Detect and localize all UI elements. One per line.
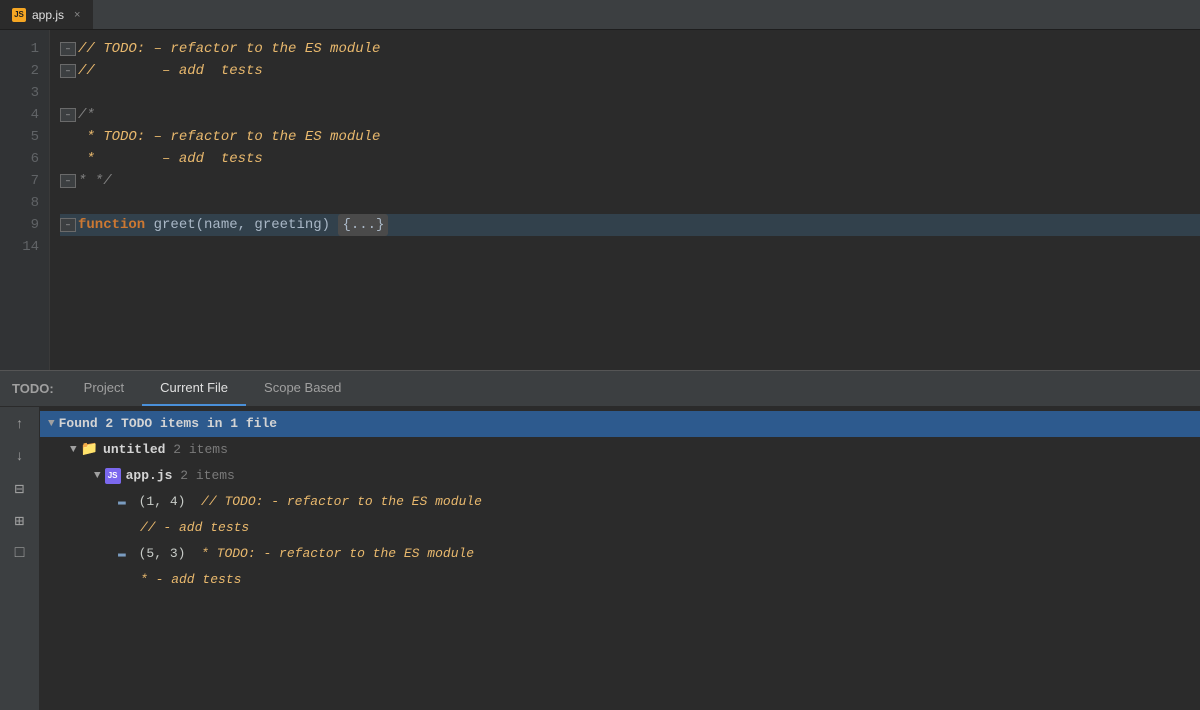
todo-tree-area: ↑ ↓ ⊟ ⊞ □ ▼ Found 2 TODO items in 1 file… [0,407,1200,710]
fold-icon-2[interactable]: – [60,64,76,78]
item-icon-2: ▬ [118,543,126,565]
item-icon-1: ▬ [118,491,126,513]
line-num-4: 4 [0,104,39,126]
code-line-2: – // – add tests [60,60,1200,82]
code-text-7: * */ [78,170,112,192]
tree-file-row[interactable]: ▼ JS app.js 2 items [40,463,1200,489]
line-num-5: 5 [0,126,39,148]
line-num-7: 7 [0,170,39,192]
line-num-9: 9 [0,214,39,236]
tree-arrow-summary: ▼ [48,413,55,435]
tree-item-1-loc-val: (1, 4) [139,491,186,513]
code-text-5: * TODO: – refactor to the ES module [78,126,380,148]
tree-item-2-loc-val: (5, 3) [139,543,186,565]
code-text-1: // TODO: – refactor to the ES module [78,38,380,60]
tab-filename: app.js [32,8,64,22]
tree-item-2-text-2: * - add tests [140,569,241,591]
folder-icon: 📁 [81,439,98,461]
js-tree-icon: JS [105,468,121,484]
tree-item-2-text: * TODO: - refactor to the ES module [185,543,474,565]
editor-area: 1 2 3 4 5 6 7 8 9 14 – // TODO: – refact… [0,30,1200,370]
code-keyword-9: function [78,214,145,236]
todo-toolbar: ↑ ↓ ⊟ ⊞ □ [0,407,40,710]
file-tab-appjs[interactable]: JS app.js × [0,0,93,29]
code-text-8 [78,192,86,214]
code-collapsed-9: {...} [338,214,388,236]
js-file-icon: JS [12,8,26,22]
code-line-9: – function greet(name, greeting) {...} [60,214,1200,236]
todo-tree-content: ▼ Found 2 TODO items in 1 file ▼ 📁 untit… [40,407,1200,710]
code-text-9: greet(name, greeting) [145,214,338,236]
code-line-1: – // TODO: – refactor to the ES module [60,38,1200,60]
tree-item-2-location [131,543,139,565]
line-num-1: 1 [0,38,39,60]
code-line-7: – * */ [60,170,1200,192]
line-num-8: 8 [0,192,39,214]
tab-current-file[interactable]: Current File [142,371,246,406]
code-line-4: – /* [60,104,1200,126]
tree-item-1-line2: // - add tests [40,515,1200,541]
code-line-8 [60,192,1200,214]
code-line-5: * TODO: – refactor to the ES module [60,126,1200,148]
fold-icon-1[interactable]: – [60,42,76,56]
tree-item-2[interactable]: ▬ (5, 3) * TODO: - refactor to the ES mo… [40,541,1200,567]
line-numbers: 1 2 3 4 5 6 7 8 9 14 [0,30,50,370]
tree-item-1-text: // TODO: - refactor to the ES module [185,491,481,513]
tree-arrow-folder: ▼ [70,439,77,461]
tree-summary-row[interactable]: ▼ Found 2 TODO items in 1 file [40,411,1200,437]
down-arrow-button[interactable]: ↓ [6,443,34,471]
filter-button[interactable]: ⊟ [6,475,34,503]
tab-bar: JS app.js × [0,0,1200,30]
tree-item-1-location [131,491,139,513]
tree-file-count: 2 items [172,465,234,487]
fold-icon-7[interactable]: – [60,174,76,188]
tree-item-1[interactable]: ▬ (1, 4) // TODO: - refactor to the ES m… [40,489,1200,515]
code-line-6: * – add tests [60,148,1200,170]
code-text-4: /* [78,104,95,126]
tab-project[interactable]: Project [66,371,142,406]
tree-item-1-text-2: // - add tests [140,517,249,539]
code-text-2: // – add tests [78,60,263,82]
tree-folder-count: 2 items [165,439,227,461]
tree-arrow-file: ▼ [94,465,101,487]
code-content: – // TODO: – refactor to the ES module –… [50,30,1200,370]
fold-icon-4[interactable]: – [60,108,76,122]
code-text-14 [78,236,86,258]
code-line-3 [60,82,1200,104]
line-num-3: 3 [0,82,39,104]
tab-scope-based[interactable]: Scope Based [246,371,359,406]
tree-folder-row[interactable]: ▼ 📁 untitled 2 items [40,437,1200,463]
tree-summary-text: Found 2 TODO items in 1 file [59,413,277,435]
square-button[interactable]: □ [6,539,34,567]
code-text-6: * – add tests [78,148,263,170]
grid-button[interactable]: ⊞ [6,507,34,535]
tree-folder-name: untitled [103,439,165,461]
line-num-6: 6 [0,148,39,170]
todo-label: TODO: [0,381,66,396]
code-line-14 [60,236,1200,258]
fold-icon-9[interactable]: – [60,218,76,232]
tab-close-button[interactable]: × [74,9,80,21]
line-num-14: 14 [0,236,39,258]
line-num-2: 2 [0,60,39,82]
tree-file-name: app.js [126,465,173,487]
tree-item-2-line2: * - add tests [40,567,1200,593]
todo-tab-row: TODO: Project Current File Scope Based [0,371,1200,407]
code-text-3 [78,82,86,104]
up-arrow-button[interactable]: ↑ [6,411,34,439]
todo-panel: TODO: Project Current File Scope Based ↑… [0,370,1200,710]
